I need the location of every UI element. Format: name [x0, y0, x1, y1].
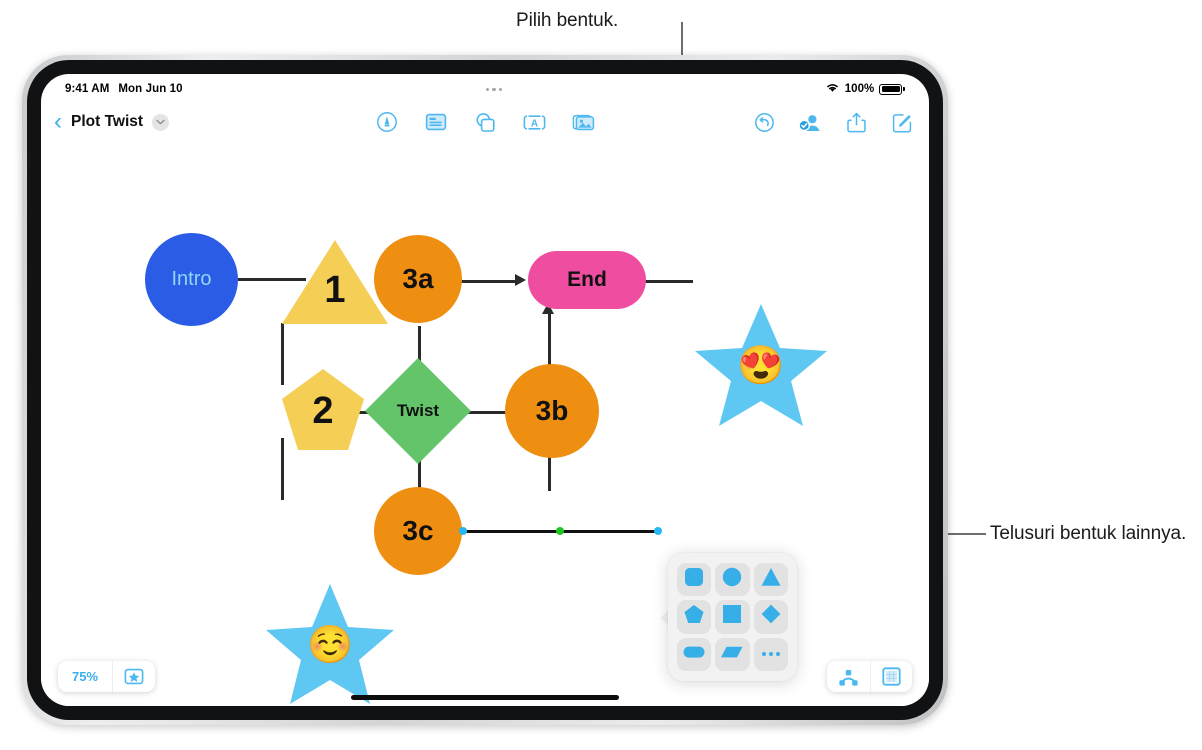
- triangle-icon: [760, 566, 782, 593]
- connector-end-handle[interactable]: [654, 527, 662, 535]
- star-in-box-icon[interactable]: [113, 668, 155, 685]
- node-3b[interactable]: 3b: [505, 364, 599, 458]
- zoom-level[interactable]: 75%: [58, 669, 112, 684]
- triangle-shape[interactable]: [753, 563, 788, 597]
- node-2[interactable]: 2: [279, 366, 367, 454]
- node-3a[interactable]: 3a: [374, 235, 462, 323]
- diagram-canvas[interactable]: Intro 1 2 ☺️ 3a Twist 3c 3b End 😍: [41, 148, 929, 706]
- callout-browse-more-shapes: Telusuri bentuk lainnya.: [990, 523, 1187, 544]
- arrow-head-3a-end: [515, 274, 526, 286]
- edge-3a-to-end[interactable]: [461, 280, 518, 283]
- ellipsis-icon: [759, 645, 783, 663]
- home-indicator[interactable]: [351, 695, 619, 700]
- share-icon[interactable]: [843, 109, 869, 135]
- node-3c[interactable]: 3c: [374, 487, 462, 575]
- node-end-label: End: [567, 268, 607, 291]
- screenshot-root: Pilih bentuk. Telusuri bentuk lainnya. 9…: [0, 0, 1202, 750]
- view-control-group: [827, 661, 912, 692]
- svg-text:A: A: [530, 118, 537, 129]
- center-tool-group: A: [374, 109, 596, 135]
- parallelogram-shape[interactable]: [715, 637, 750, 671]
- pentagon-icon: [683, 603, 705, 630]
- battery-full-icon: [879, 83, 905, 95]
- shape-picker-popover[interactable]: [668, 553, 797, 681]
- ellipsis-icon[interactable]: [486, 88, 503, 92]
- zoom-control-group: 75%: [58, 661, 156, 692]
- oval-shape[interactable]: [677, 637, 712, 671]
- square-icon: [721, 603, 743, 630]
- oval-icon: [682, 644, 706, 665]
- battery-percent: 100%: [844, 83, 875, 95]
- node-3b-label: 3b: [535, 395, 569, 426]
- grid-square-icon[interactable]: [871, 667, 912, 686]
- parallelogram-icon: [720, 644, 744, 665]
- person-badge-icon[interactable]: [797, 109, 823, 135]
- node-intro[interactable]: Intro: [145, 233, 238, 326]
- page-title: Plot Twist: [71, 113, 144, 130]
- connector-start-handle[interactable]: [459, 527, 467, 535]
- text-box-icon[interactable]: [423, 109, 449, 135]
- status-date: Mon Jun 10: [118, 83, 183, 95]
- node-twist-label: Twist: [396, 401, 440, 420]
- status-time: 9:41 AM: [65, 83, 110, 95]
- callout-select-shape: Pilih bentuk.: [516, 10, 619, 31]
- circle-icon: [721, 566, 743, 593]
- compose-icon[interactable]: [889, 109, 915, 135]
- node-3c-label: 3c: [402, 515, 434, 546]
- status-bar: 9:41 AM Mon Jun 10 100%: [41, 74, 929, 104]
- node-star-heart-eyes[interactable]: 😍: [692, 300, 830, 430]
- node-graph-icon[interactable]: [827, 668, 870, 686]
- circle-shape[interactable]: [715, 563, 750, 597]
- app-toolbar: ‹ Plot Twist A: [41, 88, 929, 148]
- node-twist[interactable]: Twist: [362, 355, 474, 467]
- node-1-label: 1: [324, 269, 346, 311]
- diamond-icon: [760, 603, 782, 630]
- node-3a-label: 3a: [402, 263, 434, 294]
- diamond-shape[interactable]: [753, 600, 788, 634]
- undo-icon[interactable]: [751, 109, 777, 135]
- wifi-icon: [825, 82, 840, 96]
- letter-a-box-icon[interactable]: A: [521, 109, 547, 135]
- pen-in-circle-icon[interactable]: [374, 109, 400, 135]
- rounded-square-icon: [683, 566, 705, 593]
- more-shapes[interactable]: [753, 637, 788, 671]
- node-2-label: 2: [312, 390, 334, 432]
- chevron-left-icon[interactable]: ‹: [54, 110, 62, 134]
- node-star-heart-eyes-emoji: 😍: [737, 345, 785, 387]
- photos-icon[interactable]: [570, 109, 596, 135]
- shapes-icon[interactable]: [472, 109, 498, 135]
- square-shape[interactable]: [715, 600, 750, 634]
- node-star-relieved[interactable]: ☺️: [263, 580, 397, 706]
- node-intro-label: Intro: [171, 268, 212, 290]
- node-star-relieved-emoji: ☺️: [306, 623, 354, 665]
- edge-end-to-star1[interactable]: [645, 280, 693, 283]
- pentagon-shape[interactable]: [677, 600, 712, 634]
- rounded-square-shape[interactable]: [677, 563, 712, 597]
- ipad-screen: 9:41 AM Mon Jun 10 100% ‹ Plot Twist A I…: [41, 74, 929, 706]
- connector-mid-handle[interactable]: [556, 527, 564, 535]
- right-tool-group: [751, 109, 915, 135]
- node-end[interactable]: End: [528, 251, 646, 309]
- chevron-down-icon[interactable]: [152, 113, 170, 131]
